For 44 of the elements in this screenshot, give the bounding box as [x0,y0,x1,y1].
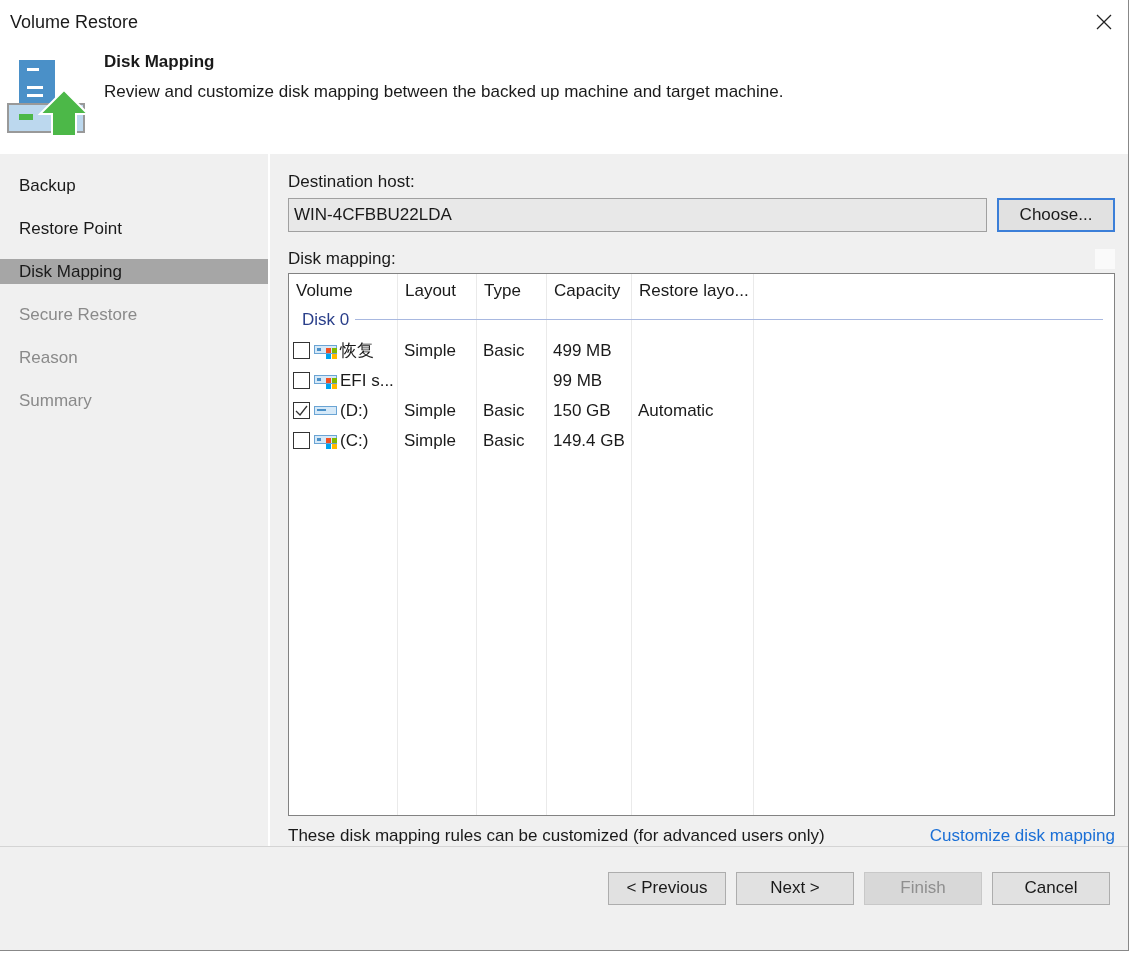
sidebar-item[interactable]: Restore Point [0,206,268,250]
volume-name: (C:) [340,430,369,451]
checkbox[interactable] [293,432,310,450]
sidebar-item[interactable]: Disk Mapping [0,258,268,284]
table-cell: 150 GB [553,400,611,421]
column-header[interactable]: Volume [289,280,398,301]
page-title: Disk Mapping [104,52,216,73]
wizard-button[interactable]: Cancel [992,871,1110,905]
table-cell: 499 MB [553,340,612,361]
table-cell: Simple [404,340,456,361]
column-header[interactable]: Type [477,280,547,301]
table-cell: Simple [404,400,456,421]
windows-disk-icon [314,432,338,449]
wizard-button[interactable]: < Previous [608,871,726,905]
table-cell: Basic [483,340,525,361]
field-label: Destination host: [288,171,416,193]
column-header[interactable]: Capacity [547,280,632,301]
table-cell: Automatic [638,400,714,421]
column-header[interactable]: Layout [398,280,477,301]
table-cell: Basic [483,400,525,421]
checkbox[interactable] [293,372,310,390]
table-cell: Simple [404,430,456,451]
column-header[interactable]: Restore layo... [632,280,754,301]
hint-text: These disk mapping rules can be customized (for advanced users only) [288,825,825,846]
page-description: Review and customize disk mapping between the backed up machine and target machine. [104,82,784,103]
table-cell: 99 MB [553,370,603,391]
group-label: Disk 0 [302,309,350,330]
customize-link[interactable]: Customize disk mapping [929,825,1115,846]
choose-button[interactable]: Choose... [997,197,1115,232]
windows-disk-icon [314,372,338,389]
close-icon[interactable] [1096,14,1112,30]
wizard-button[interactable]: Next > [736,871,854,905]
table-cell: 149.4 GB [553,430,625,451]
volume-name: EFI s... [340,370,394,391]
window-title: Volume Restore [10,11,139,33]
table-cell: Basic [483,430,525,451]
field-label: Disk mapping: [288,248,396,270]
volume-name: (D:) [340,400,369,421]
host-field[interactable]: WIN-4CFBBU22LDA [288,197,987,232]
sidebar-item[interactable]: Backup [0,163,268,207]
checkbox[interactable] [293,402,310,420]
checkbox[interactable] [293,342,310,360]
windows-disk-icon [314,342,338,359]
volume-name: 恢复 [340,340,374,363]
